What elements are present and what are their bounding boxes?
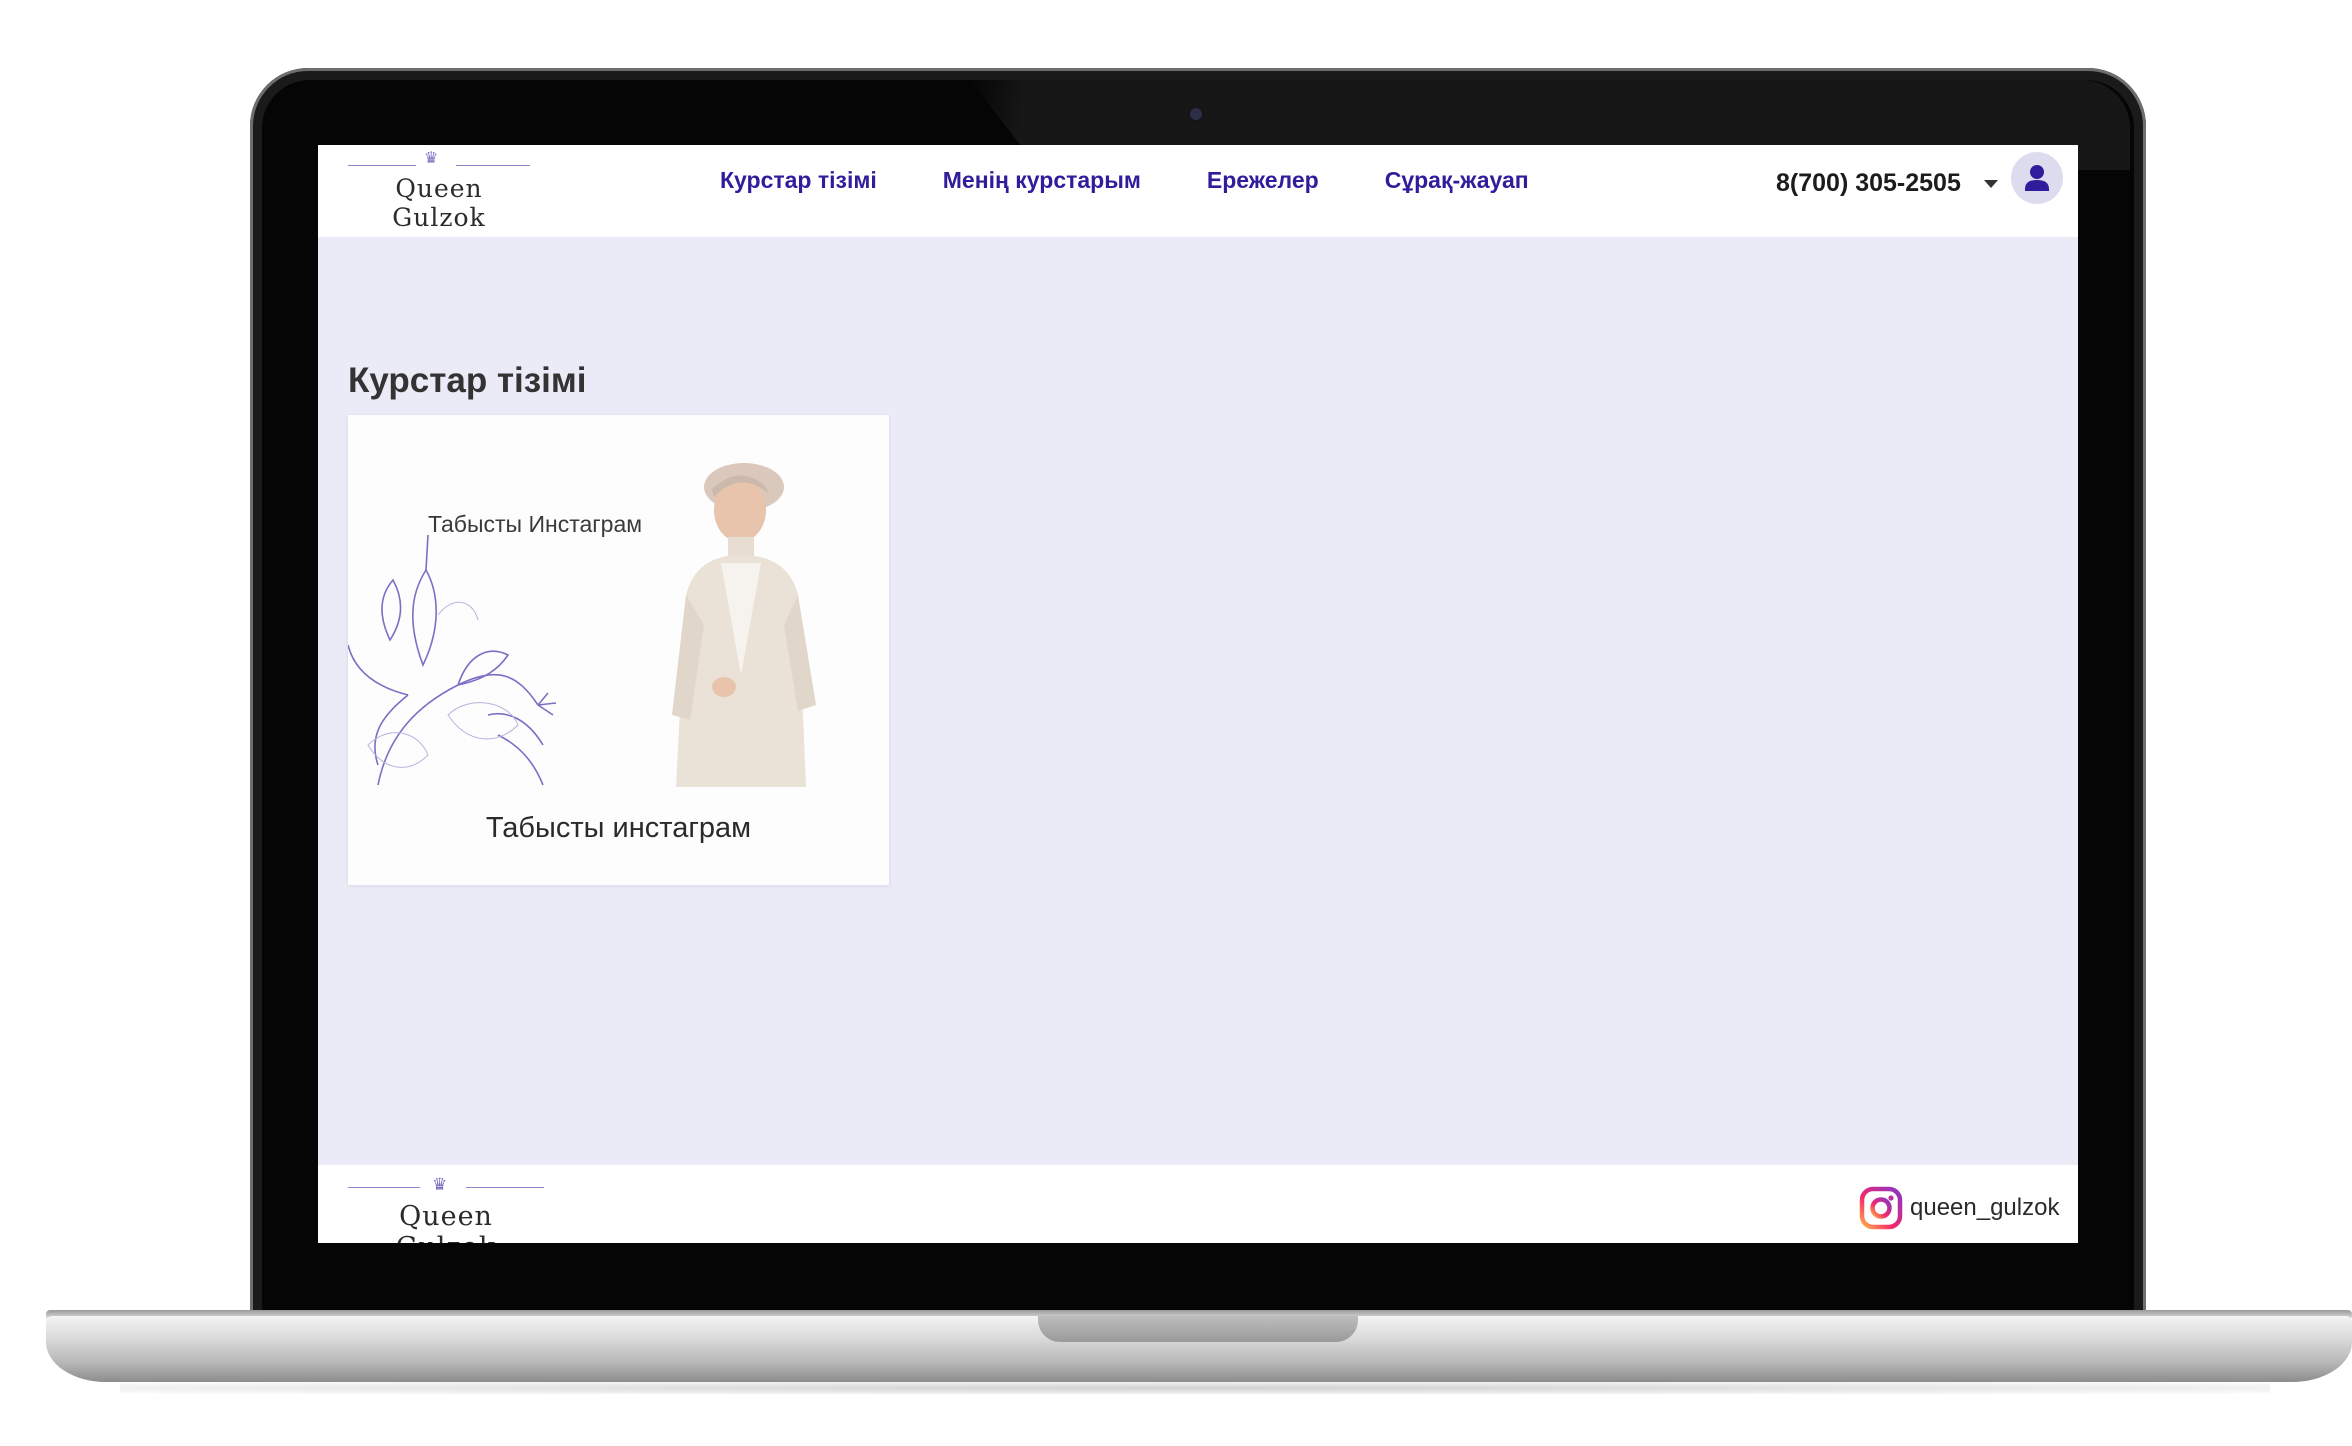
- phone-number[interactable]: 8(700) 305-2505: [1776, 169, 1961, 198]
- footer-logo-rule-left: [348, 1187, 420, 1188]
- brand-name: Queen Gulzok: [392, 174, 486, 232]
- nav-item-faq[interactable]: Сұрақ-жауап: [1385, 167, 1529, 194]
- crown-icon: ♛: [432, 1175, 448, 1194]
- footer-brand-name: Queen Gulzok: [396, 1201, 495, 1243]
- laptop-notch: [1038, 1316, 1358, 1342]
- brand-logo[interactable]: ♛ Queen Gulzok: [348, 150, 530, 232]
- course-title[interactable]: Табысты инстаграм: [348, 812, 889, 845]
- logo-rule-right: [456, 165, 530, 166]
- instagram-icon: [1859, 1186, 1903, 1230]
- course-cover-caption: Табысты Инстаграм: [428, 511, 643, 537]
- site-footer: ♛ Queen Gulzok queen_gulzok: [318, 1165, 2078, 1243]
- webcam: [1190, 108, 1202, 120]
- laptop-shadow: [120, 1382, 2270, 1394]
- user-avatar[interactable]: [2011, 152, 2063, 204]
- footer-brand-logo[interactable]: ♛ Queen Gulzok: [348, 1175, 544, 1243]
- instructor-photo: [672, 463, 816, 787]
- crown-icon: ♛: [424, 150, 439, 167]
- instagram-handle: queen_gulzok: [1910, 1194, 2060, 1221]
- user-icon: [2025, 165, 2049, 191]
- page-title: Курстар тізімі: [348, 361, 587, 401]
- course-card[interactable]: Табысты Инстаграм Табысты инстаграм: [348, 415, 889, 885]
- site-header: ♛ Queen Gulzok Курстар тізімі Менің курс…: [318, 145, 2078, 237]
- nav-item-course-list[interactable]: Курстар тізімі: [720, 167, 877, 194]
- instagram-link[interactable]: queen_gulzok: [1858, 1185, 2059, 1231]
- main-nav: Курстар тізімі Менің курстарым Ережелер …: [720, 167, 1529, 194]
- nav-item-rules[interactable]: Ережелер: [1207, 167, 1319, 194]
- caret-down-icon[interactable]: [1984, 180, 1998, 188]
- lily-illustration: [348, 534, 557, 786]
- nav-item-my-courses[interactable]: Менің курстарым: [943, 167, 1141, 194]
- footer-logo-rule-right: [466, 1187, 544, 1188]
- website-screen: ♛ Queen Gulzok Курстар тізімі Менің курс…: [318, 145, 2078, 1243]
- course-cover-image[interactable]: Табысты Инстаграм: [348, 415, 889, 787]
- logo-rule-left: [348, 165, 416, 166]
